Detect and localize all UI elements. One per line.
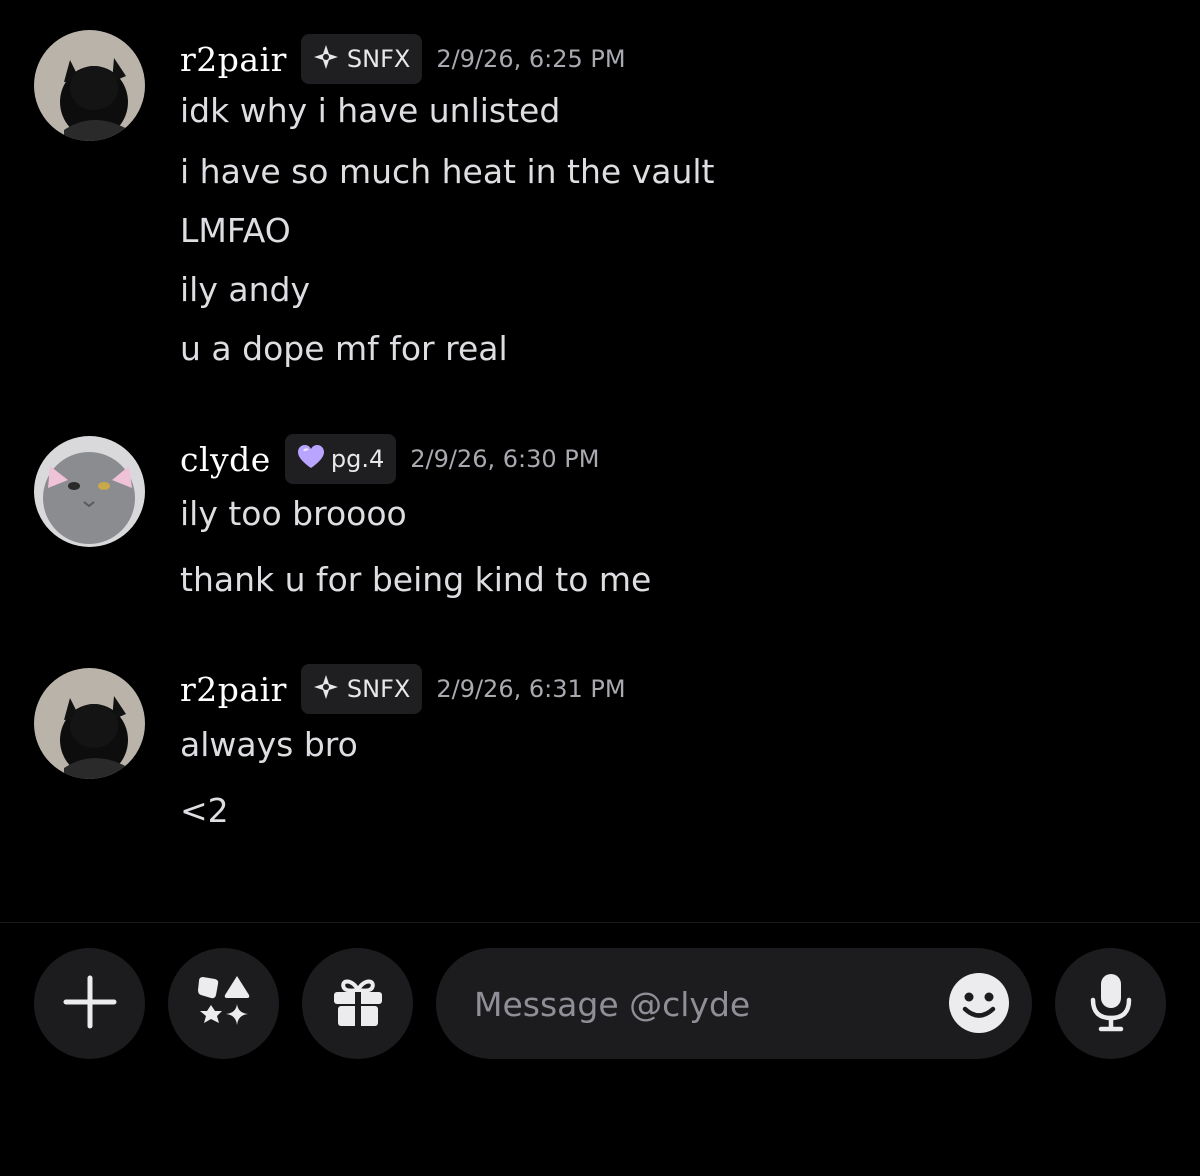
plus-icon xyxy=(62,974,118,1034)
apps-button[interactable] xyxy=(168,948,279,1059)
username[interactable]: clyde xyxy=(180,440,271,479)
tag-label: SNFX xyxy=(346,675,411,703)
add-attachment-button[interactable] xyxy=(34,948,145,1059)
diamond-sparkle-icon xyxy=(313,674,339,704)
gift-button[interactable] xyxy=(302,948,413,1059)
tag-label: pg.4 xyxy=(330,445,385,473)
tag-label: SNFX xyxy=(346,45,411,73)
purple-heart-icon xyxy=(297,444,325,474)
message-header: r2pair SNFX 2/9/26, 6:31 PM xyxy=(180,664,626,714)
diamond-sparkle-icon xyxy=(313,44,339,74)
microphone-icon xyxy=(1087,972,1135,1036)
message-line: LMFAO xyxy=(180,211,291,250)
message-header: clyde pg.4 2/9/26, 6:30 PM xyxy=(180,434,599,484)
message-line: always bro xyxy=(180,725,358,764)
timestamp: 2/9/26, 6:31 PM xyxy=(436,675,626,703)
message-line: i have so much heat in the vault xyxy=(180,152,715,191)
apps-icon xyxy=(195,973,253,1035)
username[interactable]: r2pair xyxy=(180,40,287,79)
message-line: idk why i have unlisted xyxy=(180,91,561,130)
composer-divider xyxy=(0,922,1200,923)
gift-icon xyxy=(330,974,386,1034)
username[interactable]: r2pair xyxy=(180,670,287,709)
message-input[interactable] xyxy=(472,948,936,1061)
message-header: r2pair SNFX 2/9/26, 6:25 PM xyxy=(180,34,626,84)
server-tag[interactable]: SNFX xyxy=(300,34,423,84)
avatar[interactable] xyxy=(34,668,145,779)
message-line: <2 xyxy=(180,791,229,830)
message-line: ily too broooo xyxy=(180,494,407,533)
message-line: thank u for being kind to me xyxy=(180,560,652,599)
avatar[interactable] xyxy=(34,30,145,141)
timestamp: 2/9/26, 6:30 PM xyxy=(410,445,600,473)
server-tag[interactable]: SNFX xyxy=(300,664,423,714)
message-line: ily andy xyxy=(180,270,310,309)
avatar[interactable] xyxy=(34,436,145,547)
timestamp: 2/9/26, 6:25 PM xyxy=(436,45,626,73)
message-line: u a dope mf for real xyxy=(180,329,508,368)
voice-message-button[interactable] xyxy=(1055,948,1166,1059)
server-tag[interactable]: pg.4 xyxy=(284,434,397,484)
message-composer[interactable] xyxy=(436,948,1032,1061)
emoji-icon[interactable] xyxy=(948,972,1010,1034)
